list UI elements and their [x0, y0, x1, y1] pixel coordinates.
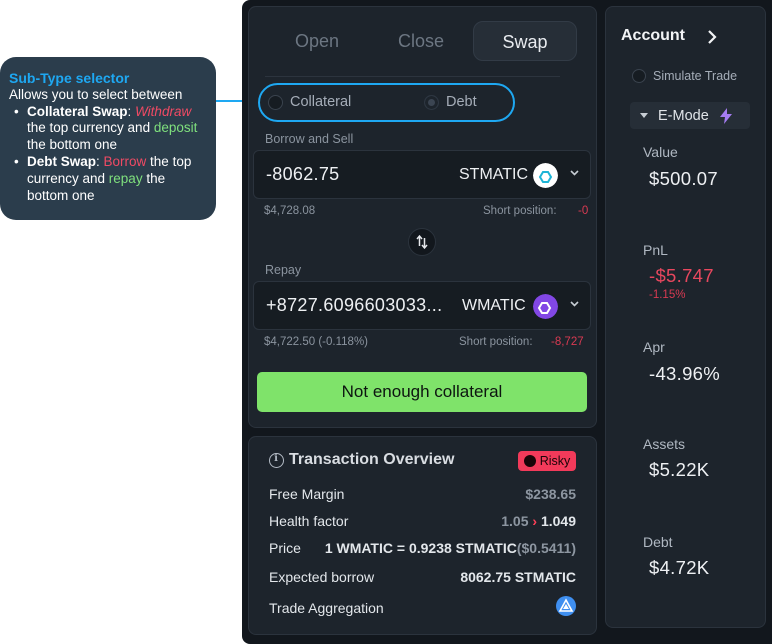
tooltip-text: the bottom one [27, 137, 118, 153]
pnl-label: PnL [643, 242, 668, 258]
overview-title: Transaction Overview [269, 451, 454, 469]
tab-open[interactable]: Open [265, 21, 369, 61]
risky-badge: Risky [518, 451, 576, 471]
tooltip-item-label: Collateral Swap [27, 103, 128, 119]
tab-close[interactable]: Close [369, 21, 473, 61]
bottom-token-chevron-down-icon[interactable] [570, 299, 579, 308]
emode-button[interactable]: E-Mode [630, 102, 750, 129]
bottom-token-box: +8727.6096603033... WMATIC [253, 281, 591, 330]
apr-value: -43.96% [649, 363, 721, 384]
tooltip-item-debt: Debt Swap: Borrow the top currency and r… [14, 154, 208, 204]
free-margin-label: Free Margin [269, 486, 345, 502]
simulate-trade-toggle[interactable]: Simulate Trade [632, 69, 737, 83]
account-title[interactable]: Account [621, 27, 685, 45]
trade-aggregation-label: Trade Aggregation [269, 600, 384, 616]
tabs-divider [265, 76, 560, 77]
value-label: Value [643, 144, 678, 160]
value-amount: $500.07 [649, 168, 718, 189]
tooltip-item-label: Debt Swap [27, 153, 97, 169]
debt-value: $4.72K [649, 557, 710, 578]
borrow-sell-label: Borrow and Sell [265, 132, 354, 146]
assets-label: Assets [643, 436, 686, 452]
health-factor-label: Health factor [269, 513, 349, 529]
price-usd: ($0.5411) [516, 540, 576, 556]
trade-panel [248, 6, 597, 428]
expected-borrow-value: 8062.75 STMATIC [460, 569, 576, 585]
emode-label: E-Mode [658, 107, 709, 124]
bottom-usd-value: $4,722.50 (-0.118%) [264, 336, 368, 348]
radio-debt[interactable]: Debt [424, 94, 477, 110]
radio-dot [268, 94, 283, 110]
price-value: 1 WMATIC = 0.9238 STMATIC($0.5411) [325, 540, 576, 556]
tooltip-sep: : [96, 153, 104, 169]
overview-title-text: Transaction Overview [289, 451, 455, 468]
health-factor-value: 1.05 › 1.049 [501, 513, 576, 529]
price-rate: 1 WMATIC = 0.9238 STMATIC [324, 540, 517, 556]
subtype-tooltip: Sub-Type selector Allows you to select b… [0, 57, 216, 220]
apr-label: Apr [643, 339, 665, 355]
bottom-amount-input[interactable]: +8727.6096603033... [266, 295, 442, 316]
trade-tabs: Open Close Swap [265, 21, 577, 61]
top-token-box: -8062.75 STMATIC [253, 150, 591, 199]
skull-icon [523, 455, 536, 467]
risky-label: Risky [539, 454, 571, 468]
top-short-label: Short position: [483, 205, 557, 217]
wmatic-icon [533, 294, 558, 319]
health-to: 1.049 [540, 513, 576, 529]
radio-dot [632, 69, 646, 83]
swap-direction-button[interactable] [408, 228, 436, 256]
simulate-label: Simulate Trade [653, 69, 738, 83]
bottom-token-name[interactable]: WMATIC [462, 297, 526, 315]
top-token-name[interactable]: STMATIC [459, 166, 528, 184]
pnl-amount: -$5.747 [649, 265, 714, 286]
submit-button[interactable]: Not enough collateral [257, 372, 587, 412]
aggregator-icon[interactable] [556, 596, 576, 616]
radio-collateral[interactable]: Collateral [268, 94, 351, 110]
bottom-short-value: -8,727 [551, 336, 584, 348]
account-panel [605, 6, 766, 628]
subtype-selector: Collateral Debt [258, 83, 515, 122]
debt-label: Debt [643, 534, 673, 550]
chevron-right-icon[interactable] [705, 29, 719, 45]
tooltip-sep: : [127, 103, 136, 119]
expected-borrow-label: Expected borrow [269, 569, 375, 585]
swap-arrows-icon [416, 234, 428, 250]
top-usd-value: $4,728.08 [264, 205, 316, 217]
price-label: Price [269, 540, 301, 556]
caret-down-icon [640, 113, 648, 118]
health-from: 1.05 [501, 513, 529, 529]
free-margin-value: $238.65 [525, 486, 576, 502]
tooltip-intro: Allows you to select between [9, 86, 183, 102]
repay-label: Repay [265, 263, 302, 277]
tooltip-verb-deposit: deposit [153, 120, 198, 136]
bottom-short-label: Short position: [459, 336, 533, 348]
tooltip-list: Collateral Swap: Withdraw the top curren… [14, 104, 208, 205]
tooltip-text: the top currency and [27, 120, 154, 136]
tooltip-item-collateral: Collateral Swap: Withdraw the top curren… [14, 104, 208, 154]
lightning-icon [719, 107, 732, 124]
info-icon[interactable] [269, 452, 284, 468]
tooltip-verb-borrow: Borrow [103, 153, 147, 169]
health-arrow-icon: › [532, 513, 538, 529]
radio-label: Debt [446, 94, 477, 110]
top-token-chevron-down-icon[interactable] [570, 168, 579, 177]
tooltip-verb-repay: repay [108, 170, 143, 186]
tab-swap[interactable]: Swap [473, 21, 577, 61]
assets-value: $5.22K [649, 459, 710, 480]
top-short-value: -0 [578, 205, 589, 217]
tooltip-verb-withdraw: Withdraw [135, 103, 192, 119]
stmatic-icon [533, 163, 558, 188]
tooltip-title: Sub-Type selector [9, 70, 130, 86]
top-amount-input[interactable]: -8062.75 [266, 164, 339, 185]
radio-dot-selected [424, 94, 439, 110]
radio-label: Collateral [290, 94, 352, 110]
pnl-percent: -1.15% [649, 289, 686, 301]
